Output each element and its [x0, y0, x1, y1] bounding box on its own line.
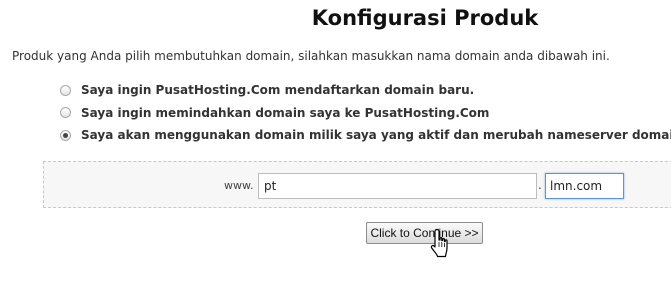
intro-text: Produk yang Anda pilih membutuhkan domai… — [12, 49, 610, 63]
www-prefix-label: www. — [224, 179, 254, 192]
radio-register[interactable] — [60, 84, 71, 96]
domain-name-input[interactable] — [258, 173, 537, 199]
domain-option-transfer[interactable]: Saya ingin memindahkan domain saya ke Pu… — [60, 102, 671, 124]
hand-pointer-icon — [430, 228, 448, 258]
domain-option-own-domain[interactable]: Saya akan menggunakan domain milik saya … — [60, 124, 671, 146]
continue-button[interactable]: Click to Continue >> — [366, 222, 483, 244]
option-label-own-domain: Saya akan menggunakan domain milik saya … — [81, 128, 671, 142]
option-label-register: Saya ingin PusatHosting.Com mendaftarkan… — [81, 83, 475, 97]
radio-own-domain[interactable] — [60, 129, 71, 141]
domain-tld-input[interactable] — [545, 173, 624, 199]
page-title: Konfigurasi Produk — [311, 6, 539, 30]
option-label-transfer: Saya ingin memindahkan domain saya ke Pu… — [81, 105, 490, 120]
domain-separator: . — [538, 178, 542, 192]
domain-options: Saya ingin PusatHosting.Com mendaftarkan… — [60, 79, 671, 147]
domain-option-register[interactable]: Saya ingin PusatHosting.Com mendaftarkan… — [60, 79, 671, 101]
radio-transfer[interactable] — [60, 107, 71, 118]
